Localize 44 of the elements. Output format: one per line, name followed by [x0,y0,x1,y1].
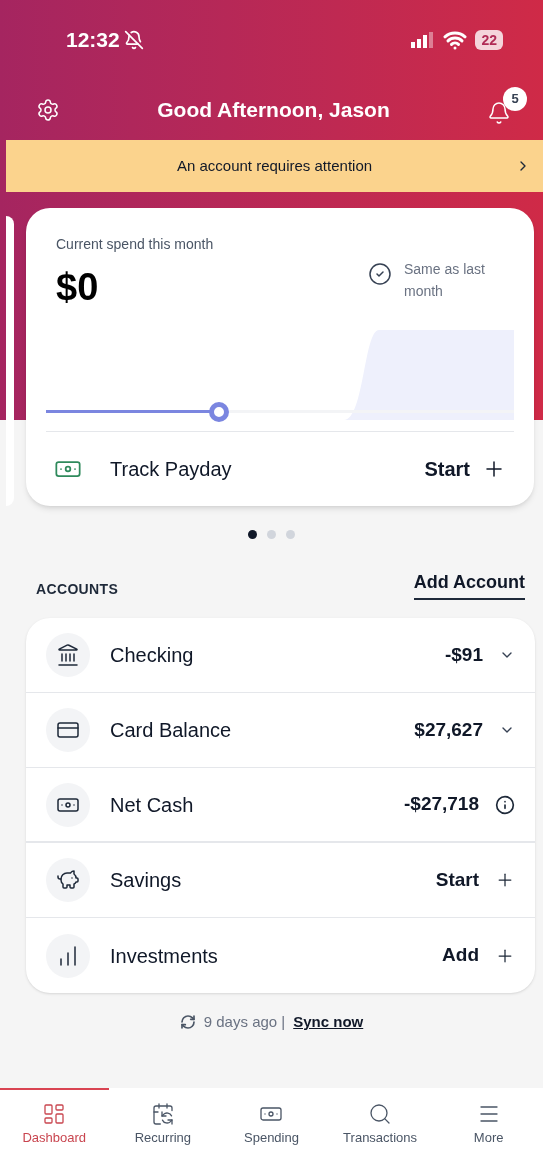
bell-off-icon [123,30,144,50]
sync-icon [179,1014,196,1031]
battery-indicator: 22 [475,30,503,50]
account-name: Checking [110,643,194,668]
spend-amount: $0 [56,265,100,310]
signal-icon [411,32,436,48]
account-value: -$91 [444,642,483,667]
accounts-heading: ACCOUNTS [36,580,119,599]
account-row[interactable]: Card Balance $27,627 [26,693,535,768]
bank-icon [56,643,80,667]
account-name: Savings [110,868,182,893]
tab-item[interactable]: More [434,1088,543,1150]
check-circle-icon [368,262,392,286]
tab-item[interactable]: Recurring [108,1088,218,1150]
account-value: $27,627 [414,717,483,742]
account-value: Add [442,943,479,968]
tab-item[interactable]: Spending [217,1088,326,1150]
calendar-icon [150,1102,175,1126]
tab-item[interactable]: Transactions [325,1088,435,1150]
add-account-link[interactable]: Add Account [413,569,525,600]
comparison-text: Same as last month [404,260,486,301]
account-row[interactable]: Net Cash -$27,718 [26,768,535,843]
track-payday-label: Track Payday [110,457,232,482]
account-row[interactable]: Checking -$91 [26,618,535,693]
account-name: Investments [110,943,218,969]
account-value: -$27,718 [404,792,479,817]
notifications-icon[interactable] [487,101,511,125]
account-name: Net Cash [110,792,194,818]
piggy-bank-icon [56,868,80,892]
spend-label: Current spend this month [56,235,214,254]
dashboard-icon [42,1102,67,1126]
start-button[interactable]: Start [424,454,506,484]
info-icon[interactable] [495,794,515,815]
account-name: Card Balance [110,718,232,743]
clock-time: 12:32 [66,27,120,54]
sync-now-link[interactable]: Sync now [293,1011,364,1034]
settings-icon[interactable] [36,98,60,122]
sync-status: 9 days ago | [203,1012,286,1032]
account-row[interactable]: Investments Add [26,918,535,993]
greeting-title: Good Afternoon, Jason [157,97,390,124]
alert-banner[interactable]: An account requires attention [6,140,543,192]
tab-item[interactable]: Dashboard [0,1088,109,1150]
account-row[interactable]: Savings Start [26,843,535,918]
account-value: Start [435,867,479,892]
